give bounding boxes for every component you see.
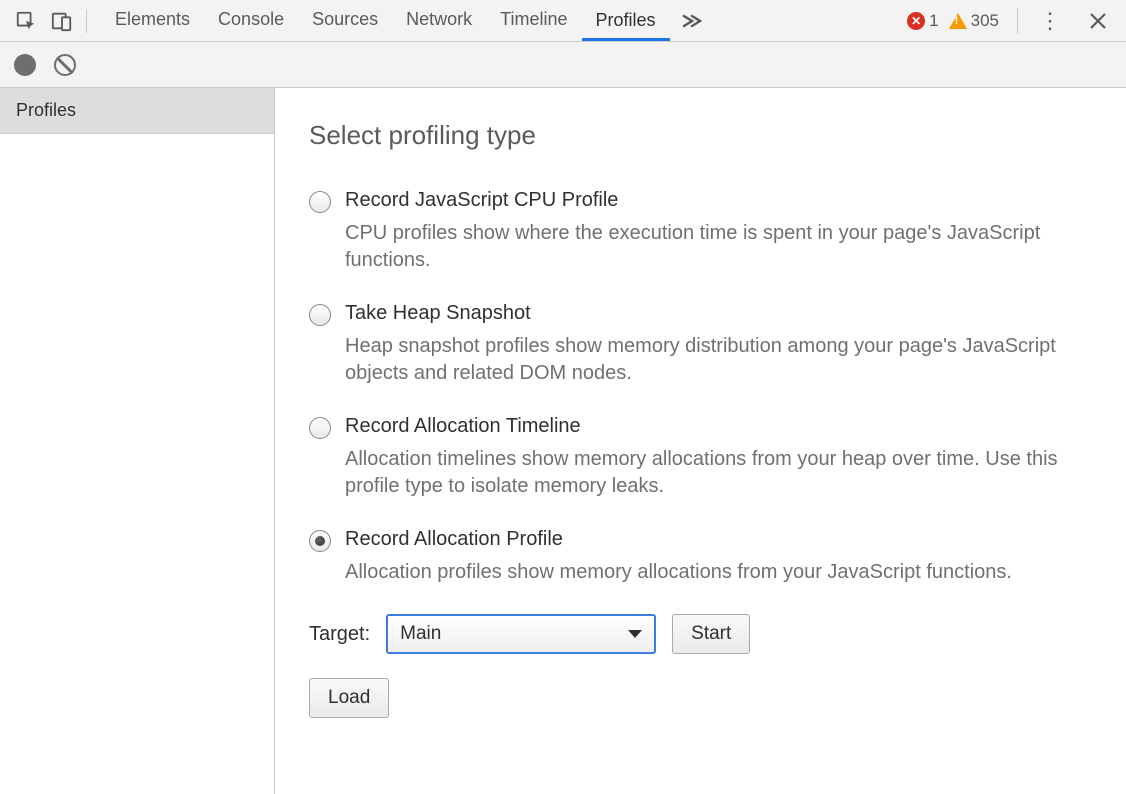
tab-label: Sources (312, 9, 378, 30)
tab-network[interactable]: Network (392, 0, 486, 41)
settings-menu-icon[interactable]: ⋮ (1032, 8, 1068, 34)
option-title[interactable]: Record Allocation Timeline (345, 415, 1092, 438)
devtools-tabs: Elements Console Sources Network Timelin… (101, 0, 714, 41)
option-body: Record Allocation Timeline Allocation ti… (345, 415, 1092, 500)
target-select-value: Main (400, 623, 441, 645)
chevron-down-icon (628, 630, 642, 638)
tab-console[interactable]: Console (204, 0, 298, 41)
error-count: 1 (929, 11, 938, 31)
tab-label: Console (218, 9, 284, 30)
option-title[interactable]: Record Allocation Profile (345, 528, 1092, 551)
option-desc: CPU profiles show where the execution ti… (345, 220, 1092, 274)
option-desc: Allocation timelines show memory allocat… (345, 446, 1092, 500)
option-title[interactable]: Record JavaScript CPU Profile (345, 189, 1092, 212)
toolbar-separator (1017, 8, 1018, 34)
tab-sources[interactable]: Sources (298, 0, 392, 41)
sidebar-item-profiles[interactable]: Profiles (0, 88, 274, 134)
button-label: Load (328, 687, 370, 709)
close-devtools-icon[interactable] (1078, 12, 1118, 30)
radio-allocation-profile[interactable] (309, 530, 331, 552)
error-count-badge[interactable]: ✕ 1 (907, 11, 938, 31)
tab-profiles[interactable]: Profiles (582, 0, 670, 41)
radio-heap-snapshot[interactable] (309, 304, 331, 326)
option-title[interactable]: Take Heap Snapshot (345, 302, 1092, 325)
error-icon: ✕ (907, 12, 925, 30)
radio-allocation-timeline[interactable] (309, 417, 331, 439)
load-button[interactable]: Load (309, 678, 389, 718)
option-desc: Heap snapshot profiles show memory distr… (345, 333, 1092, 387)
profiles-main-panel: Select profiling type Record JavaScript … (275, 88, 1126, 794)
profiles-sidebar: Profiles (0, 88, 275, 794)
clear-button-icon[interactable] (54, 54, 76, 76)
button-label: Start (691, 623, 731, 645)
tabs-overflow-icon[interactable] (670, 0, 714, 41)
record-button-icon[interactable] (14, 54, 36, 76)
radio-cpu-profile[interactable] (309, 191, 331, 213)
option-body: Record JavaScript CPU Profile CPU profil… (345, 189, 1092, 274)
toolbar-separator (86, 9, 87, 33)
toolbar-right: ✕ 1 305 ⋮ (907, 8, 1118, 34)
inspect-element-icon[interactable] (8, 0, 44, 42)
page-heading: Select profiling type (309, 120, 1092, 151)
warning-count-badge[interactable]: 305 (949, 11, 999, 31)
start-button[interactable]: Start (672, 614, 750, 654)
target-row: Target: Main Start (309, 614, 1092, 654)
tab-elements[interactable]: Elements (101, 0, 204, 41)
warning-icon (949, 13, 967, 29)
option-body: Take Heap Snapshot Heap snapshot profile… (345, 302, 1092, 387)
option-cpu-profile: Record JavaScript CPU Profile CPU profil… (309, 189, 1092, 274)
tab-timeline[interactable]: Timeline (486, 0, 581, 41)
tab-label: Network (406, 9, 472, 30)
tab-label: Timeline (500, 9, 567, 30)
tab-label: Profiles (596, 10, 656, 31)
option-allocation-profile: Record Allocation Profile Allocation pro… (309, 528, 1092, 586)
option-heap-snapshot: Take Heap Snapshot Heap snapshot profile… (309, 302, 1092, 387)
content-area: Profiles Select profiling type Record Ja… (0, 88, 1126, 794)
target-label: Target: (309, 623, 370, 646)
device-toggle-icon[interactable] (44, 0, 80, 42)
option-desc: Allocation profiles show memory allocati… (345, 559, 1092, 586)
profiles-subtoolbar (0, 42, 1126, 88)
devtools-toolbar: Elements Console Sources Network Timelin… (0, 0, 1126, 42)
option-body: Record Allocation Profile Allocation pro… (345, 528, 1092, 586)
warning-count: 305 (971, 11, 999, 31)
sidebar-item-label: Profiles (16, 100, 76, 120)
option-allocation-timeline: Record Allocation Timeline Allocation ti… (309, 415, 1092, 500)
target-select[interactable]: Main (386, 614, 656, 654)
tab-label: Elements (115, 9, 190, 30)
